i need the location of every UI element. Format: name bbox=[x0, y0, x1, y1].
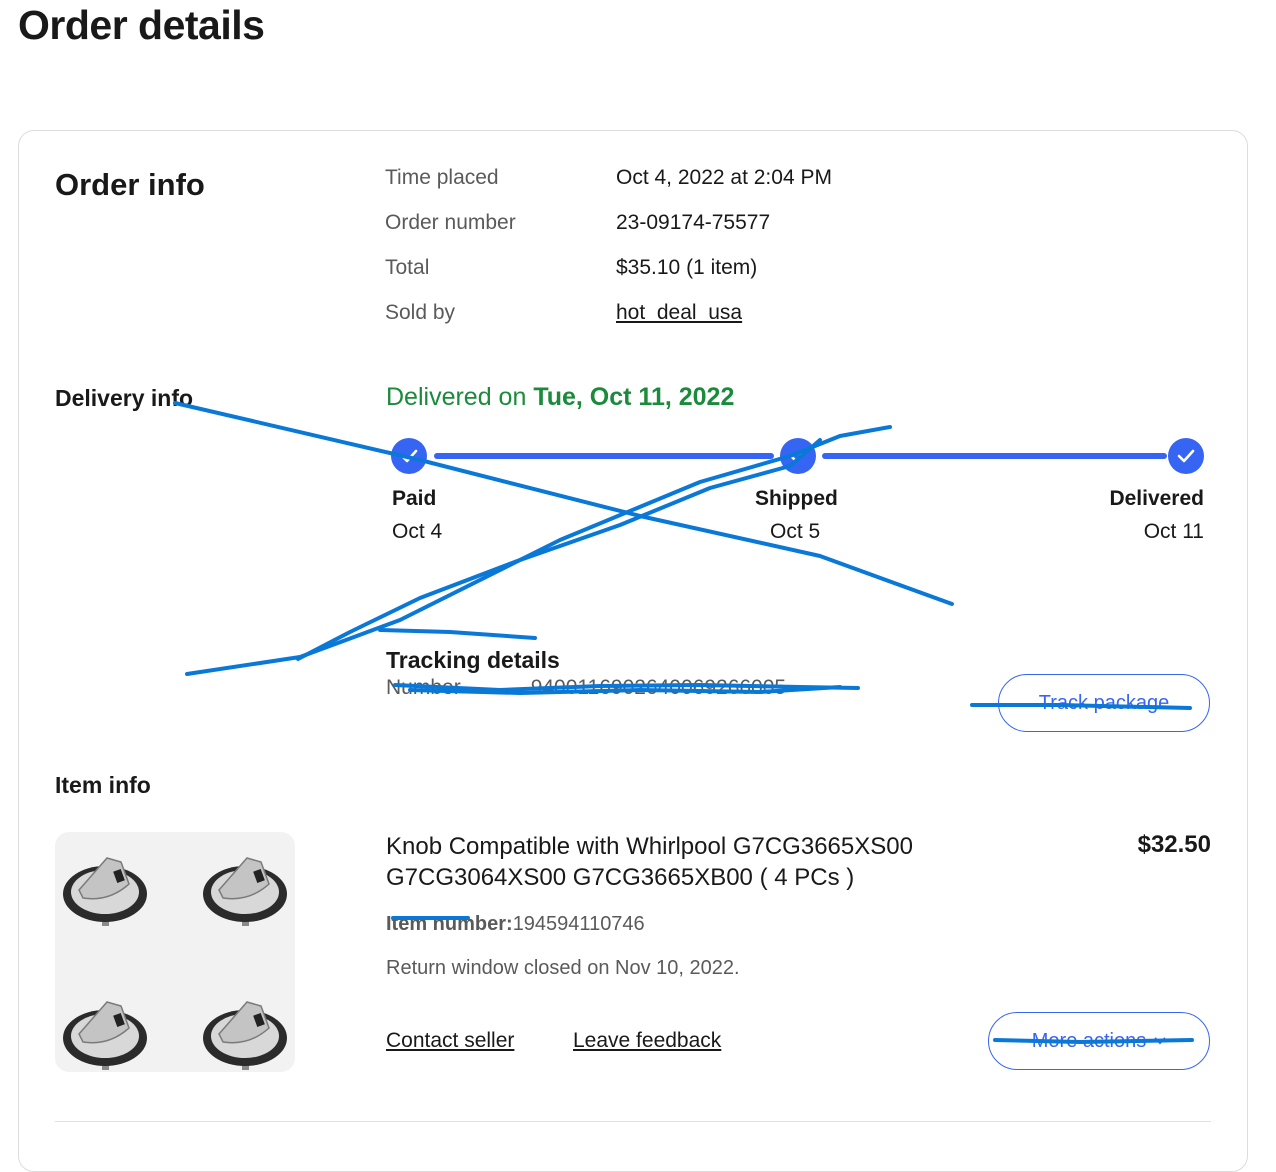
step-delivered-label: Delivered bbox=[1109, 487, 1204, 510]
knob-image bbox=[203, 1001, 287, 1070]
delivery-info-heading: Delivery info bbox=[55, 385, 194, 411]
tracking-number-label: Number bbox=[386, 676, 461, 699]
knob-image bbox=[63, 857, 147, 926]
item-number-value: 194594110746 bbox=[512, 913, 645, 935]
step-shipped-date: Oct 5 bbox=[770, 520, 821, 543]
chevron-down-icon bbox=[1154, 1037, 1166, 1045]
tracking-number-row: Number 9400116902640069266005 bbox=[386, 676, 786, 700]
more-actions-button[interactable]: More actions bbox=[988, 1012, 1210, 1070]
item-thumbnail[interactable] bbox=[55, 832, 295, 1072]
step-delivered-date: Oct 11 bbox=[1143, 520, 1204, 543]
page-title: Order details bbox=[18, 2, 265, 48]
order-number-label: Order number bbox=[385, 211, 516, 234]
item-number-label: Item number: bbox=[386, 913, 513, 935]
progress-line-shipped-delivered bbox=[822, 453, 1167, 459]
leave-feedback-link[interactable]: Leave feedback bbox=[573, 1029, 721, 1053]
check-icon bbox=[1168, 438, 1204, 474]
check-icon bbox=[391, 438, 427, 474]
track-package-button[interactable]: Track package bbox=[998, 674, 1210, 732]
time-placed-label: Time placed bbox=[385, 166, 499, 189]
progress-line-paid-shipped bbox=[434, 453, 774, 459]
time-placed-value: Oct 4, 2022 at 2:04 PM bbox=[616, 166, 832, 189]
return-window-text: Return window closed on Nov 10, 2022. bbox=[386, 957, 740, 979]
knob-image bbox=[203, 857, 287, 926]
contact-seller-link[interactable]: Contact seller bbox=[386, 1029, 514, 1053]
delivery-status-prefix: Delivered on bbox=[386, 383, 527, 411]
tracking-number-value: 9400116902640069266005 bbox=[530, 676, 787, 699]
tracking-details-heading: Tracking details bbox=[386, 646, 560, 673]
delivery-status: Delivered on Tue, Oct 11, 2022 bbox=[386, 383, 734, 412]
total-label: Total bbox=[385, 256, 430, 279]
step-paid-date: Oct 4 bbox=[392, 520, 443, 543]
more-actions-label: More actions bbox=[1031, 1029, 1147, 1052]
order-number-value: 23-09174-75577 bbox=[616, 211, 771, 234]
step-paid-label: Paid bbox=[392, 487, 437, 510]
knob-image bbox=[63, 1001, 147, 1070]
sold-by-label: Sold by bbox=[385, 301, 456, 324]
seller-link[interactable]: hot_deal_usa bbox=[616, 301, 742, 325]
item-info-heading: Item info bbox=[55, 772, 151, 798]
order-card: Order info Time placed Oct 4, 2022 at 2:… bbox=[18, 130, 1248, 1172]
item-price: $32.50 bbox=[1137, 831, 1211, 858]
step-shipped-label: Shipped bbox=[755, 487, 838, 510]
order-info-heading: Order info bbox=[55, 167, 205, 202]
total-value: $35.10 (1 item) bbox=[616, 256, 758, 279]
item-title-link[interactable]: Knob Compatible with Whirlpool G7CG3665X… bbox=[386, 831, 1006, 893]
check-icon bbox=[780, 438, 816, 474]
delivery-status-date: Tue, Oct 11, 2022 bbox=[533, 383, 735, 411]
section-divider bbox=[55, 1121, 1211, 1122]
item-number: Item number:194594110746 bbox=[386, 913, 645, 936]
